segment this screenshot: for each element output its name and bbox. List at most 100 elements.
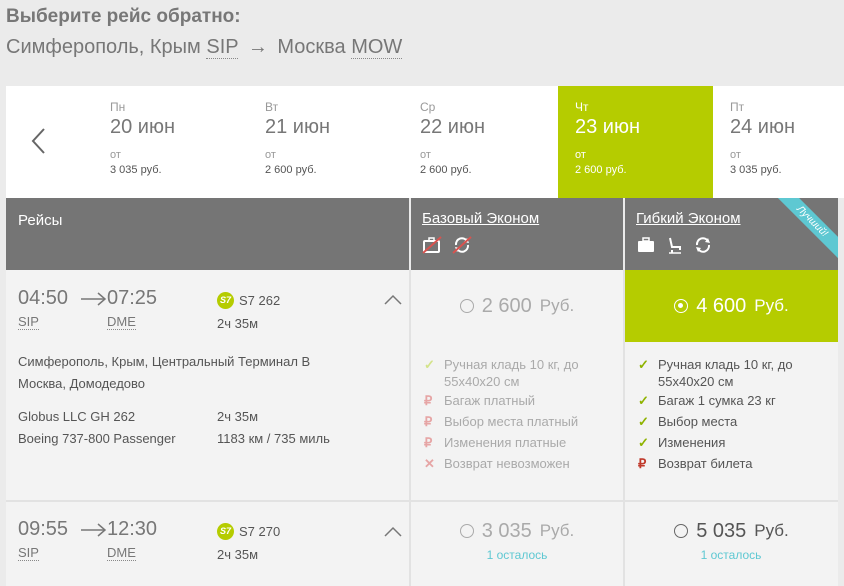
departure-time: 09:55 bbox=[18, 518, 69, 540]
expand-chevron-icon[interactable] bbox=[384, 526, 402, 538]
date-tab-thu[interactable]: Чт 23 июн от 2 600 руб. bbox=[558, 86, 713, 198]
operator-duration: 2ч 35м bbox=[217, 409, 259, 424]
baggage-icon bbox=[638, 237, 654, 252]
ruble-icon: ₽ bbox=[424, 393, 433, 408]
base-fare-title[interactable]: Базовый Эконом bbox=[422, 210, 623, 227]
route: Симферополь, Крым SIP → Москва MOW bbox=[6, 36, 403, 59]
radio-button[interactable] bbox=[674, 524, 689, 538]
date-from-label: от bbox=[265, 149, 276, 161]
operator: Globus LLC GH 262 bbox=[18, 409, 136, 424]
date-from-label: от bbox=[110, 149, 121, 161]
date-dow: Ср bbox=[420, 100, 436, 114]
date-price: 3 035 руб. bbox=[730, 164, 782, 176]
date-price: 2 600 руб. bbox=[265, 164, 317, 176]
ruble-icon: ₽ bbox=[424, 435, 433, 450]
date-tab-wed[interactable]: Ср 22 июн от 2 600 руб. bbox=[420, 86, 575, 198]
exchange-icon bbox=[695, 237, 711, 253]
route-to-code[interactable]: MOW bbox=[351, 36, 403, 59]
base-feature-refund: ✕ Возврат невозможен bbox=[424, 456, 570, 471]
check-icon: ✓ bbox=[638, 414, 649, 429]
date-price: 2 600 руб. bbox=[575, 164, 627, 176]
flex-feature-baggage: ✓ Багаж 1 сумка 23 кг bbox=[638, 393, 776, 408]
date-tab-fri[interactable]: Пт 24 июн от 3 035 руб. bbox=[730, 86, 844, 198]
seat-icon bbox=[669, 237, 681, 254]
flex-fare-option[interactable]: 5 035 Руб. bbox=[625, 516, 838, 546]
arrow-right-icon bbox=[81, 292, 107, 306]
arrow-right-icon bbox=[81, 523, 107, 537]
page-title: Выберите рейс обратно: bbox=[6, 6, 241, 27]
date-dow: Пт bbox=[730, 100, 745, 114]
date-price: 3 035 руб. bbox=[110, 164, 162, 176]
date-tab-mon[interactable]: Пн 20 июн от 3 035 руб. bbox=[110, 86, 265, 198]
date-selector: Пн 20 июн от 3 035 руб. Вт 21 июн от 2 6… bbox=[6, 86, 844, 198]
flex-feature-seat: ✓ Выбор места bbox=[638, 414, 738, 429]
date-dow: Чт bbox=[575, 100, 589, 114]
radio-button[interactable] bbox=[459, 299, 474, 313]
collapse-chevron-icon[interactable] bbox=[384, 294, 402, 306]
fare-currency: Руб. bbox=[754, 296, 789, 315]
date-dow: Пн bbox=[110, 100, 126, 114]
prev-dates-button[interactable] bbox=[28, 126, 52, 156]
check-icon: ✓ bbox=[638, 357, 649, 372]
flight-duration: 2ч 35м bbox=[217, 547, 259, 562]
date-price: 2 600 руб. bbox=[420, 164, 472, 176]
exchange-crossed-icon bbox=[452, 236, 472, 254]
date-label: 22 июн bbox=[420, 116, 486, 138]
flights-column-header: Рейсы bbox=[6, 198, 409, 270]
date-label: 21 июн bbox=[265, 116, 331, 138]
airline-logo-icon: S7 bbox=[217, 292, 234, 309]
flight-row: 04:50 07:25 SIP DME S7 S7 262 2ч 35м Сим… bbox=[6, 270, 838, 500]
flex-feature-hand-luggage: ✓ Ручная кладь 10 кг, до 55x40x20 см bbox=[638, 357, 793, 389]
date-from-label: от bbox=[420, 149, 431, 161]
airline-logo-icon: S7 bbox=[217, 523, 234, 540]
flex-feature-refund: ₽ Возврат билета bbox=[638, 456, 753, 471]
flex-fare-option-selected[interactable]: 4 600 Руб. bbox=[625, 270, 838, 342]
date-from-label: от bbox=[730, 149, 741, 161]
fare-price: 4 600 bbox=[696, 294, 747, 317]
date-from-label: от bbox=[575, 149, 586, 161]
departure-time: 04:50 bbox=[18, 287, 69, 309]
flight-number: S7 262 bbox=[239, 293, 281, 308]
aircraft: Boeing 737-800 Passenger bbox=[18, 431, 176, 446]
base-feature-seat: ₽ Выбор места платный bbox=[424, 414, 579, 429]
chevron-left-icon bbox=[31, 128, 45, 154]
flex-feature-changes: ✓ Изменения bbox=[638, 435, 726, 450]
arrival-time: 12:30 bbox=[107, 518, 158, 540]
route-arrow-icon: → bbox=[247, 36, 268, 58]
date-dow: Вт bbox=[265, 100, 279, 114]
date-label: 20 июн bbox=[110, 116, 176, 138]
check-icon: ✓ bbox=[424, 357, 435, 372]
seats-left: 1 осталось bbox=[700, 548, 762, 562]
base-fare-option[interactable]: 2 600 Руб. bbox=[411, 270, 623, 342]
fare-currency: Руб. bbox=[754, 521, 789, 540]
departure-airport: Симферополь, Крым, Центральный Терминал … bbox=[18, 354, 311, 369]
route-from: Симферополь, Крым bbox=[6, 36, 201, 58]
flight-duration: 2ч 35м bbox=[217, 316, 259, 331]
fare-price: 2 600 bbox=[481, 294, 532, 317]
arrival-code[interactable]: DME bbox=[107, 314, 136, 330]
cross-icon: ✕ bbox=[424, 456, 435, 471]
arrival-time: 07:25 bbox=[107, 287, 158, 309]
flight-number: S7 270 bbox=[239, 524, 281, 539]
check-icon: ✓ bbox=[638, 435, 649, 450]
base-feature-hand-luggage: ✓ Ручная кладь 10 кг, до 55x40x20 см bbox=[424, 357, 579, 389]
distance: 1183 км / 735 миль bbox=[217, 431, 330, 446]
check-icon: ✓ bbox=[638, 393, 649, 408]
departure-code[interactable]: SIP bbox=[18, 314, 39, 330]
flight-row: 09:55 12:30 SIP DME S7 S7 270 2ч 35м 3 0… bbox=[6, 502, 838, 586]
arrival-code[interactable]: DME bbox=[107, 545, 136, 561]
flex-fare-header: Гибкий Эконом Лучший! bbox=[625, 198, 838, 270]
seats-left: 1 осталось bbox=[486, 548, 548, 562]
departure-code[interactable]: SIP bbox=[18, 545, 39, 561]
base-feature-baggage: ₽ Багаж платный bbox=[424, 393, 536, 408]
route-to: Москва bbox=[277, 36, 346, 58]
fare-price: 3 035 bbox=[481, 519, 532, 542]
radio-button[interactable] bbox=[459, 524, 474, 538]
base-feature-changes: ₽ Изменения платные bbox=[424, 435, 567, 450]
ruble-icon: ₽ bbox=[638, 456, 647, 471]
date-tab-tue[interactable]: Вт 21 июн от 2 600 руб. bbox=[265, 86, 420, 198]
base-fare-option[interactable]: 3 035 Руб. bbox=[411, 516, 623, 546]
arrival-airport: Москва, Домодедово bbox=[18, 376, 146, 391]
radio-button-selected[interactable] bbox=[674, 299, 689, 313]
route-from-code[interactable]: SIP bbox=[206, 36, 239, 59]
